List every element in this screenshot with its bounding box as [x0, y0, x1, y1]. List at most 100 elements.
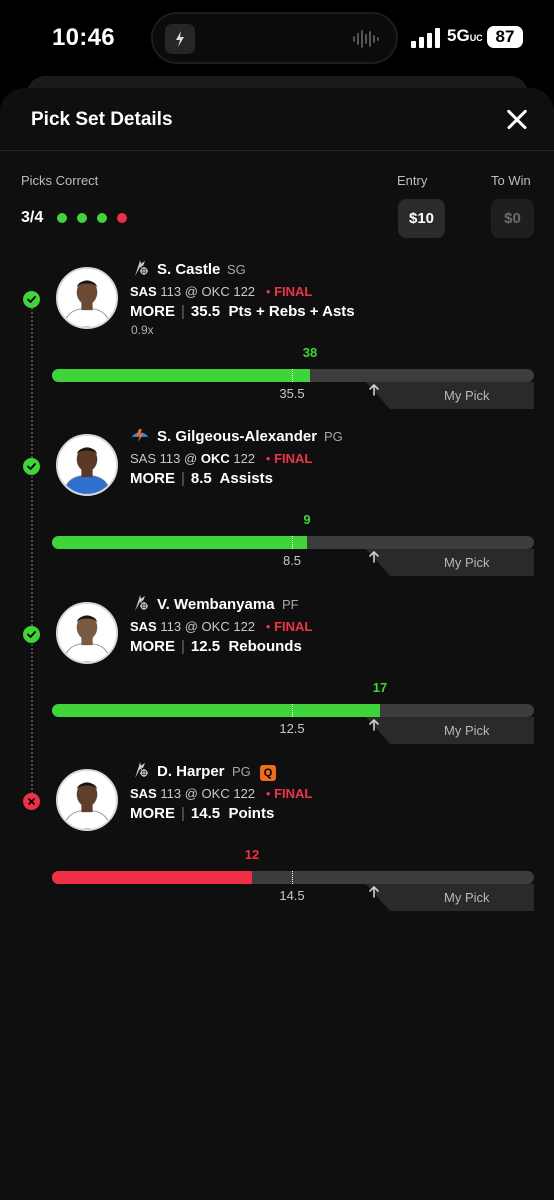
progress-fill — [52, 369, 310, 382]
battery-indicator: 87 — [487, 26, 523, 48]
my-pick-button[interactable]: My Pick — [366, 549, 534, 576]
divider: | — [181, 470, 185, 487]
game-status: FINAL — [274, 284, 313, 299]
player-name: S. Gilgeous-Alexander — [157, 428, 318, 445]
game-status: FINAL — [274, 619, 313, 634]
picks-correct-label: Picks Correct — [21, 173, 99, 188]
pick-card[interactable]: D. Harper PG Q SAS 113 @ OKC 122 • FINAL MOR… — [0, 754, 554, 914]
pick-direction: MORE — [130, 470, 175, 487]
my-pick-button[interactable]: My Pick — [366, 717, 534, 744]
away-team: SAS — [130, 284, 157, 299]
pick-card[interactable]: S. Castle SG SAS 113 @ OKC 122 • FINAL MORE… — [0, 252, 554, 412]
result-value: 12 — [244, 847, 260, 862]
away-score: 113 — [160, 619, 182, 634]
result-dot — [57, 213, 67, 223]
close-button[interactable] — [500, 102, 534, 136]
player-avatar — [56, 769, 118, 831]
home-team: OKC — [201, 786, 230, 801]
to-win-amount: $0 — [491, 199, 534, 238]
divider: | — [181, 303, 185, 320]
pick-line-value: 14.5 — [190, 805, 221, 822]
home-score: 122 — [233, 451, 256, 466]
result-value: 9 — [303, 512, 311, 527]
entry-label: Entry — [397, 173, 428, 188]
progress-bar — [52, 704, 534, 717]
home-score: 122 — [233, 786, 256, 801]
pick-card[interactable]: S. Gilgeous-Alexander PG SAS 113 @ OKC 122… — [0, 419, 554, 579]
my-pick-label: My Pick — [444, 723, 490, 738]
status-bar: 10:46 5GUC 87 — [0, 0, 554, 76]
player-position: PF — [282, 597, 299, 612]
pick-line: MORE | 8.5 Assists — [130, 470, 273, 487]
line-value-label: 12.5 — [279, 721, 305, 736]
pick-direction: MORE — [130, 638, 175, 655]
away-score: 113 — [160, 786, 182, 801]
game-line: SAS 113 @ OKC 122 • FINAL — [130, 284, 313, 299]
line-marker — [292, 369, 293, 382]
network-type: 5G — [447, 26, 470, 45]
away-team: SAS — [130, 451, 157, 466]
player-position: PG — [232, 764, 251, 779]
network-indicator: 5GUC — [447, 26, 483, 46]
questionable-badge: Q — [260, 765, 276, 781]
progress-bar — [52, 871, 534, 884]
payout-multiplier: 0.9x — [131, 323, 154, 337]
check-icon — [23, 626, 40, 643]
check-icon — [23, 458, 40, 475]
arrow-up-icon — [369, 551, 379, 563]
picks-correct-value: 3/4 — [21, 209, 44, 226]
at-sign: @ — [184, 619, 198, 634]
at-sign: @ — [184, 284, 198, 299]
player-position: SG — [227, 262, 246, 277]
game-status: FINAL — [274, 786, 313, 801]
player-avatar — [56, 434, 118, 496]
cellular-signal-icon — [411, 28, 440, 48]
pick-line-value: 12.5 — [190, 638, 221, 655]
progress-bar — [52, 536, 534, 549]
pick-stat: Assists — [219, 470, 273, 487]
my-pick-label: My Pick — [444, 555, 490, 570]
line-value-label: 35.5 — [279, 386, 305, 401]
line-value-label: 8.5 — [282, 553, 302, 568]
line-marker — [292, 704, 293, 717]
at-sign: @ — [184, 451, 198, 466]
player-name: S. Castle — [157, 261, 221, 278]
my-pick-button[interactable]: My Pick — [366, 884, 534, 911]
game-line: SAS 113 @ OKC 122 • FINAL — [130, 451, 313, 466]
progress-fill — [52, 536, 307, 549]
result-dot — [97, 213, 107, 223]
spurs-logo-icon — [130, 258, 150, 278]
away-score: 113 — [160, 284, 182, 299]
entry-amount: $10 — [398, 199, 445, 238]
away-team: SAS — [130, 619, 157, 634]
dynamic-island[interactable] — [151, 12, 398, 64]
audio-waveform-icon — [353, 30, 379, 48]
pick-line: MORE | 14.5 Points — [130, 805, 274, 822]
pick-card[interactable]: V. Wembanyama PF SAS 113 @ OKC 122 • FINAL… — [0, 587, 554, 747]
result-dot — [117, 213, 127, 223]
sheet-title: Pick Set Details — [31, 109, 173, 130]
pick-direction: MORE — [130, 303, 175, 320]
player-name: D. Harper — [157, 763, 225, 780]
away-team: SAS — [130, 786, 157, 801]
arrow-up-icon — [369, 886, 379, 898]
x-mark-icon — [23, 793, 40, 810]
result-dot — [77, 213, 87, 223]
away-score: 113 — [159, 451, 181, 466]
my-pick-label: My Pick — [444, 890, 490, 905]
arrow-up-icon — [369, 384, 379, 396]
pick-direction: MORE — [130, 805, 175, 822]
spurs-logo-icon — [130, 593, 150, 613]
pick-set-summary: Picks Correct 3/4 Entry To Win $10 $0 — [0, 151, 554, 251]
result-value: 38 — [302, 345, 318, 360]
divider: | — [181, 805, 185, 822]
game-line: SAS 113 @ OKC 122 • FINAL — [130, 786, 313, 801]
line-marker — [292, 536, 293, 549]
line-marker — [292, 871, 293, 884]
thunder-logo-icon — [130, 425, 150, 445]
my-pick-button[interactable]: My Pick — [366, 382, 534, 409]
pick-line: MORE | 12.5 Rebounds — [130, 638, 302, 655]
player-avatar — [56, 602, 118, 664]
pick-line: MORE | 35.5 Pts + Rebs + Asts — [130, 303, 355, 320]
home-team: OKC — [201, 284, 230, 299]
